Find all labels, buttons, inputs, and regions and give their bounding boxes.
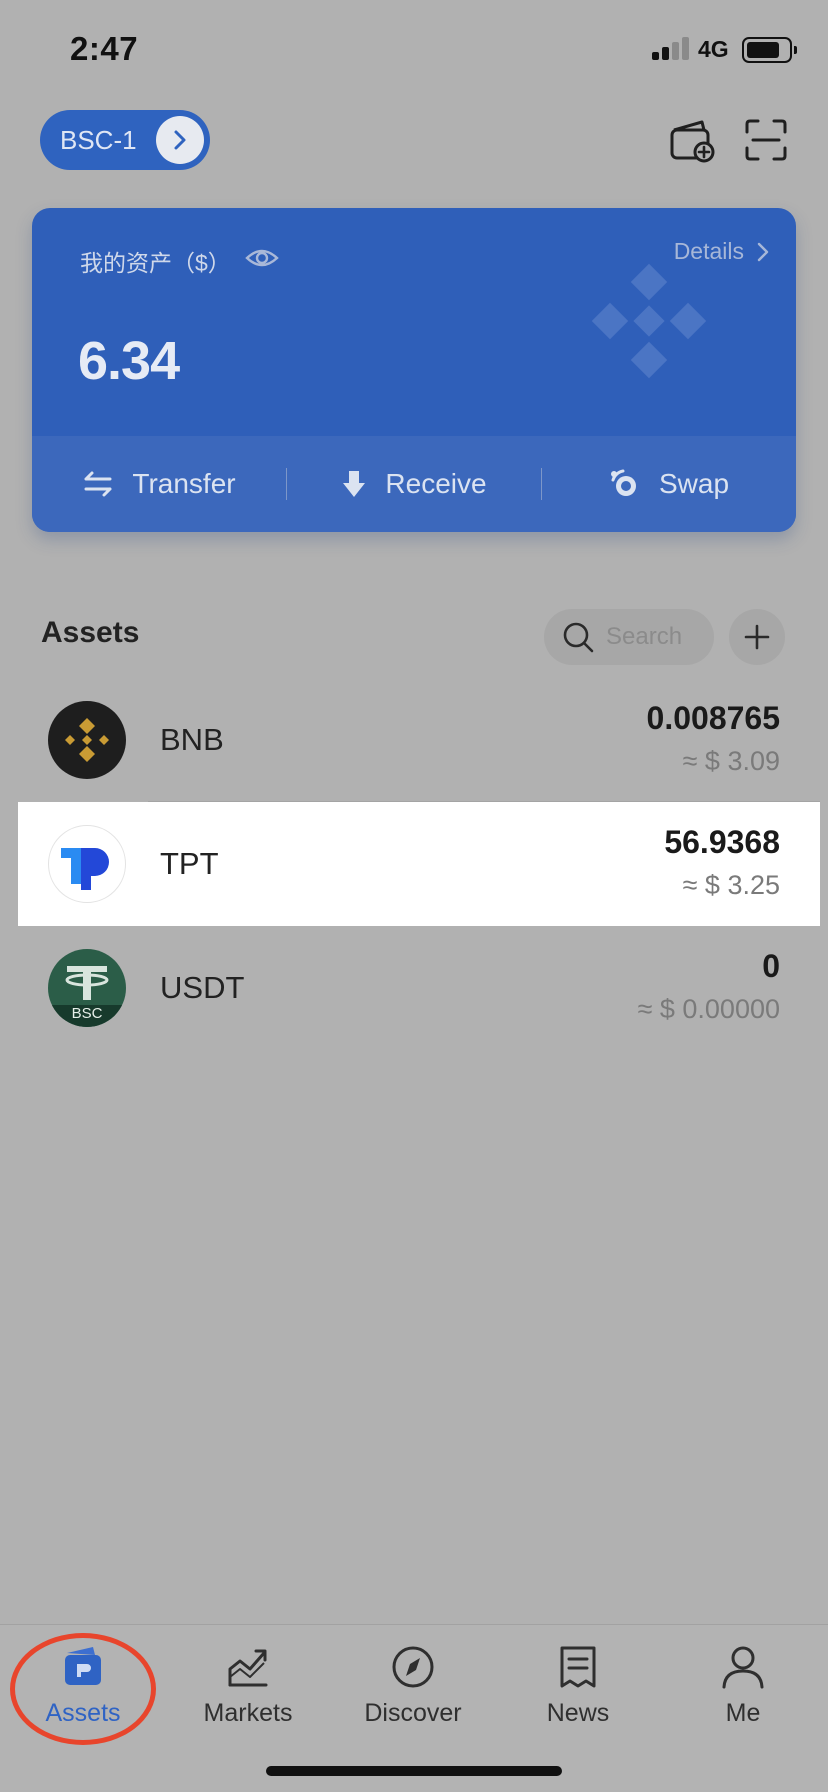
search-placeholder: Search — [606, 623, 683, 650]
total-assets-label: 我的资产（$） — [80, 244, 279, 278]
token-balance: 0.008765 — [646, 700, 780, 736]
wallet-name: BSC-1 — [60, 124, 137, 155]
scan-icon[interactable] — [742, 116, 790, 164]
news-icon — [560, 1646, 596, 1688]
swap-button[interactable]: Swap — [542, 436, 796, 532]
network-type: 4G — [698, 36, 729, 62]
user-icon — [722, 1646, 764, 1689]
asset-summary-card: 我的资产（$） Details 6.34 Transfer Receive Sw… — [32, 208, 796, 532]
home-indicator — [266, 1766, 562, 1776]
status-bar: 2:47 4G — [0, 0, 828, 100]
nav-item-me[interactable]: Me — [668, 1643, 818, 1728]
nav-item-discover[interactable]: Discover — [338, 1643, 488, 1728]
nav-label: Discover — [364, 1699, 462, 1727]
nav-label: Markets — [203, 1699, 293, 1727]
token-balance: 0 — [762, 948, 780, 984]
cellular-signal-icon — [652, 37, 690, 60]
asset-search-input[interactable]: Search — [544, 609, 714, 665]
token-fiat-value: ≈ $ 3.09 — [682, 746, 780, 776]
chevron-right-icon — [156, 116, 204, 164]
assets-highlight-ring — [10, 1633, 156, 1745]
add-wallet-icon[interactable] — [668, 116, 716, 164]
compass-icon — [392, 1646, 434, 1688]
nav-item-news[interactable]: News — [503, 1643, 653, 1728]
bnb-logo-icon — [48, 701, 126, 779]
asset-card-top: 我的资产（$） Details 6.34 — [32, 208, 796, 436]
eye-icon[interactable] — [245, 246, 279, 276]
receive-label: Receive — [385, 468, 487, 499]
download-arrow-icon — [343, 471, 366, 497]
nav-item-markets[interactable]: Markets — [173, 1643, 323, 1728]
swap-label: Swap — [658, 468, 730, 499]
add-token-button[interactable] — [729, 609, 785, 665]
token-fiat-value: ≈ $ 3.25 — [682, 870, 780, 900]
transfer-button[interactable]: Transfer — [32, 436, 286, 532]
token-row-bnb[interactable]: BNB 0.008765 ≈ $ 3.09 — [18, 678, 820, 802]
chevron-right-icon — [757, 242, 769, 261]
assets-title: Assets — [41, 616, 140, 649]
wallet-selector-button[interactable]: BSC-1 — [40, 110, 210, 170]
token-row-usdt[interactable]: BSC USDT 0 ≈ $ 0.00000 — [18, 926, 820, 1050]
total-assets-label-text: 我的资产（$） — [80, 250, 231, 276]
usdt-logo-icon: BSC — [48, 949, 126, 1027]
receive-button[interactable]: Receive — [287, 436, 541, 532]
swap-icon — [610, 469, 636, 496]
search-icon — [563, 622, 594, 653]
total-assets-value: 6.34 — [78, 331, 180, 391]
token-fiat-value: ≈ $ 0.00000 — [637, 994, 780, 1024]
plus-icon — [744, 624, 770, 650]
token-symbol: USDT — [160, 970, 245, 1005]
chart-icon — [228, 1649, 268, 1687]
token-row-tpt[interactable]: TPT 56.9368 ≈ $ 3.25 — [18, 802, 820, 926]
transfer-arrows-icon — [84, 471, 112, 497]
tpt-logo-icon — [48, 825, 126, 903]
battery-icon — [742, 37, 797, 63]
status-time: 2:47 — [70, 30, 139, 67]
nav-label: Me — [725, 1699, 761, 1727]
bsc-badge: BSC — [71, 1005, 103, 1022]
asset-card-actions: Transfer Receive Swap — [32, 436, 796, 532]
transfer-label: Transfer — [132, 468, 236, 499]
bnb-watermark-icon — [591, 263, 707, 379]
token-balance: 56.9368 — [664, 824, 780, 860]
nav-label: News — [546, 1699, 610, 1727]
token-symbol: BNB — [160, 722, 224, 757]
token-symbol: TPT — [160, 846, 219, 881]
